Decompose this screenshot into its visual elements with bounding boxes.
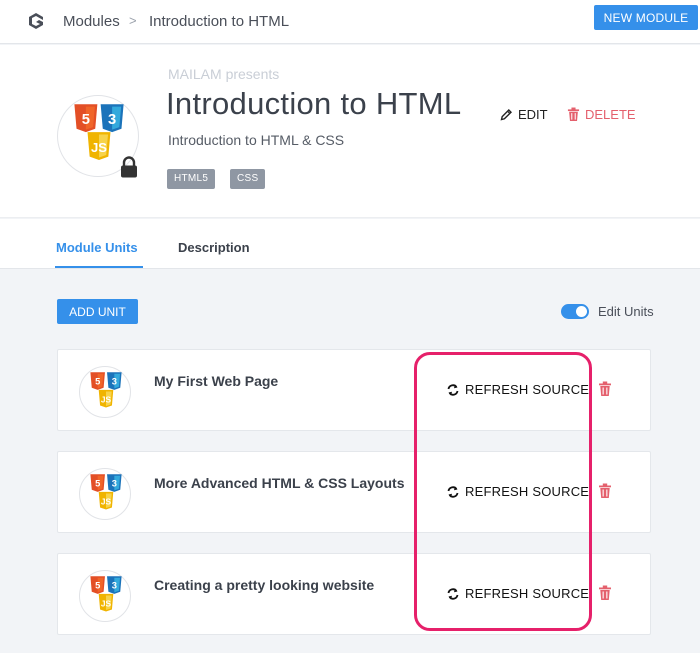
delete-label: DELETE (585, 107, 636, 122)
refresh-source-label: REFRESH SOURCE (465, 586, 590, 601)
tab-bar: Module Units Description (0, 219, 700, 269)
unit-title[interactable]: Creating a pretty looking website (154, 577, 374, 593)
top-bar: Modules > Introduction to HTML NEW MODUL… (0, 0, 700, 44)
trash-icon[interactable] (598, 585, 612, 601)
active-tab-indicator (55, 266, 143, 268)
tab-module-units[interactable]: Module Units (56, 240, 138, 255)
unit-card[interactable]: Creating a pretty looking website REFRES… (57, 553, 651, 635)
breadcrumb-current: Introduction to HTML (149, 13, 290, 30)
module-header: MAILAM presents Introduction to HTML Int… (0, 45, 700, 218)
unit-avatar (79, 366, 131, 418)
trash-icon[interactable] (598, 483, 612, 499)
toggle-knob (576, 306, 587, 317)
module-presenter: MAILAM presents (168, 66, 280, 82)
refresh-source-label: REFRESH SOURCE (465, 484, 590, 499)
html-css-js-logo-icon (90, 474, 122, 510)
refresh-source-button[interactable]: REFRESH SOURCE (446, 382, 589, 397)
unit-card[interactable]: More Advanced HTML & CSS Layouts REFRESH… (57, 451, 651, 533)
unit-avatar (79, 570, 131, 622)
edit-units-toggle[interactable] (561, 304, 589, 319)
app-logo-icon[interactable] (26, 11, 46, 31)
unit-avatar (79, 468, 131, 520)
trash-icon[interactable] (598, 381, 612, 397)
page-title: Introduction to HTML (166, 86, 462, 121)
refresh-source-button[interactable]: REFRESH SOURCE (446, 586, 589, 601)
edit-units-label: Edit Units (598, 304, 654, 319)
tag-css[interactable]: CSS (230, 169, 266, 189)
refresh-icon (447, 587, 459, 600)
refresh-source-button[interactable]: REFRESH SOURCE (446, 484, 589, 499)
breadcrumb-modules[interactable]: Modules (63, 13, 120, 30)
tag-html5[interactable]: HTML5 (167, 169, 216, 189)
html-css-js-logo-icon (90, 372, 122, 408)
html-css-js-logo-icon (90, 576, 122, 612)
unit-card[interactable]: My First Web Page REFRESH SOURCE (57, 349, 651, 431)
new-module-button[interactable]: NEW MODULE (594, 5, 698, 30)
unit-title[interactable]: More Advanced HTML & CSS Layouts (154, 475, 404, 491)
trash-icon (567, 107, 580, 121)
chevron-right-icon: > (129, 13, 137, 28)
refresh-icon (447, 383, 459, 396)
refresh-source-label: REFRESH SOURCE (465, 382, 590, 397)
delete-button[interactable]: DELETE (567, 107, 636, 122)
add-unit-button[interactable]: ADD UNIT (57, 299, 138, 324)
edit-label: EDIT (518, 107, 548, 122)
tab-description[interactable]: Description (178, 240, 250, 255)
lock-icon (121, 156, 137, 178)
unit-title[interactable]: My First Web Page (154, 373, 278, 389)
edit-button[interactable]: EDIT (500, 107, 548, 122)
refresh-icon (447, 485, 459, 498)
pencil-icon (500, 109, 512, 121)
module-subtitle: Introduction to HTML & CSS (168, 132, 345, 148)
